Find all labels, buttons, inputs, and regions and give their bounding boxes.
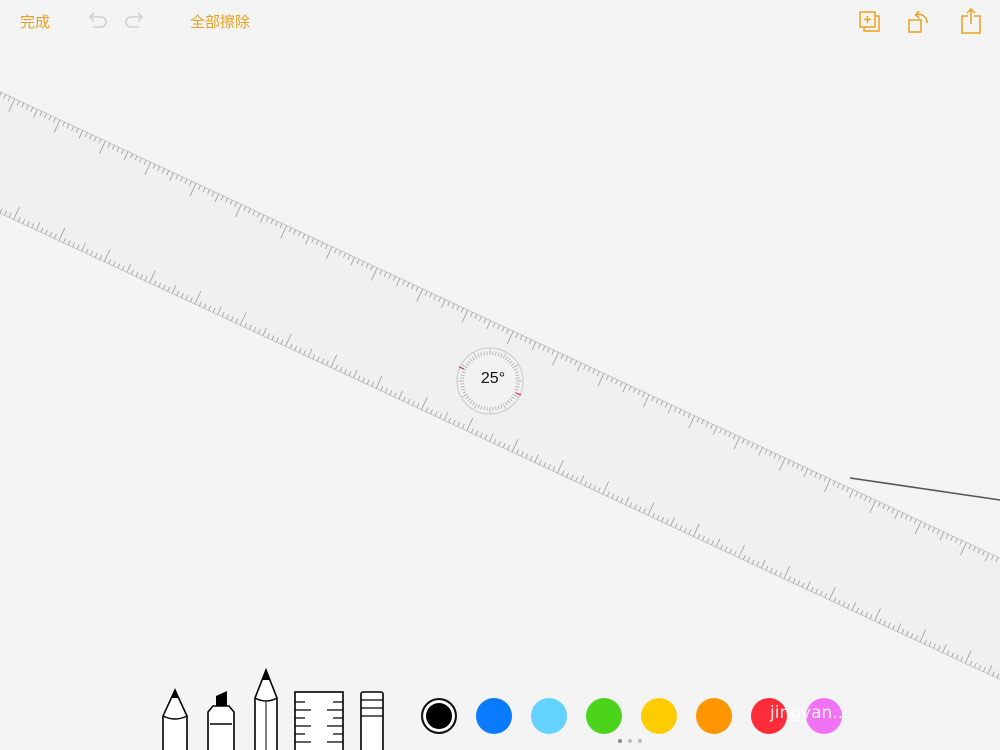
color-swatch[interactable] bbox=[421, 698, 457, 734]
color-swatch[interactable] bbox=[641, 698, 677, 734]
done-button[interactable]: 完成 bbox=[20, 10, 50, 34]
page-dot bbox=[628, 739, 632, 743]
pencil-tool[interactable] bbox=[252, 668, 280, 750]
page-dot bbox=[618, 739, 622, 743]
undo-icon[interactable] bbox=[84, 6, 110, 36]
share-icon[interactable] bbox=[958, 6, 984, 36]
color-swatch[interactable] bbox=[696, 698, 732, 734]
watermark: jingyan... bbox=[770, 703, 849, 723]
redo-icon[interactable] bbox=[122, 6, 148, 36]
eraser-tool[interactable] bbox=[358, 690, 386, 750]
page-dot bbox=[638, 739, 642, 743]
color-swatch[interactable] bbox=[476, 698, 512, 734]
marker-tool[interactable] bbox=[205, 688, 237, 750]
color-swatch[interactable] bbox=[586, 698, 622, 734]
ruler-tool[interactable] bbox=[293, 690, 345, 750]
color-swatch[interactable] bbox=[531, 698, 567, 734]
angle-label: 25° bbox=[480, 370, 506, 387]
pen-tool[interactable] bbox=[160, 688, 190, 750]
clear-all-button[interactable]: 全部擦除 bbox=[190, 10, 250, 34]
rotate-icon[interactable] bbox=[906, 6, 932, 36]
add-page-icon[interactable] bbox=[857, 6, 883, 36]
